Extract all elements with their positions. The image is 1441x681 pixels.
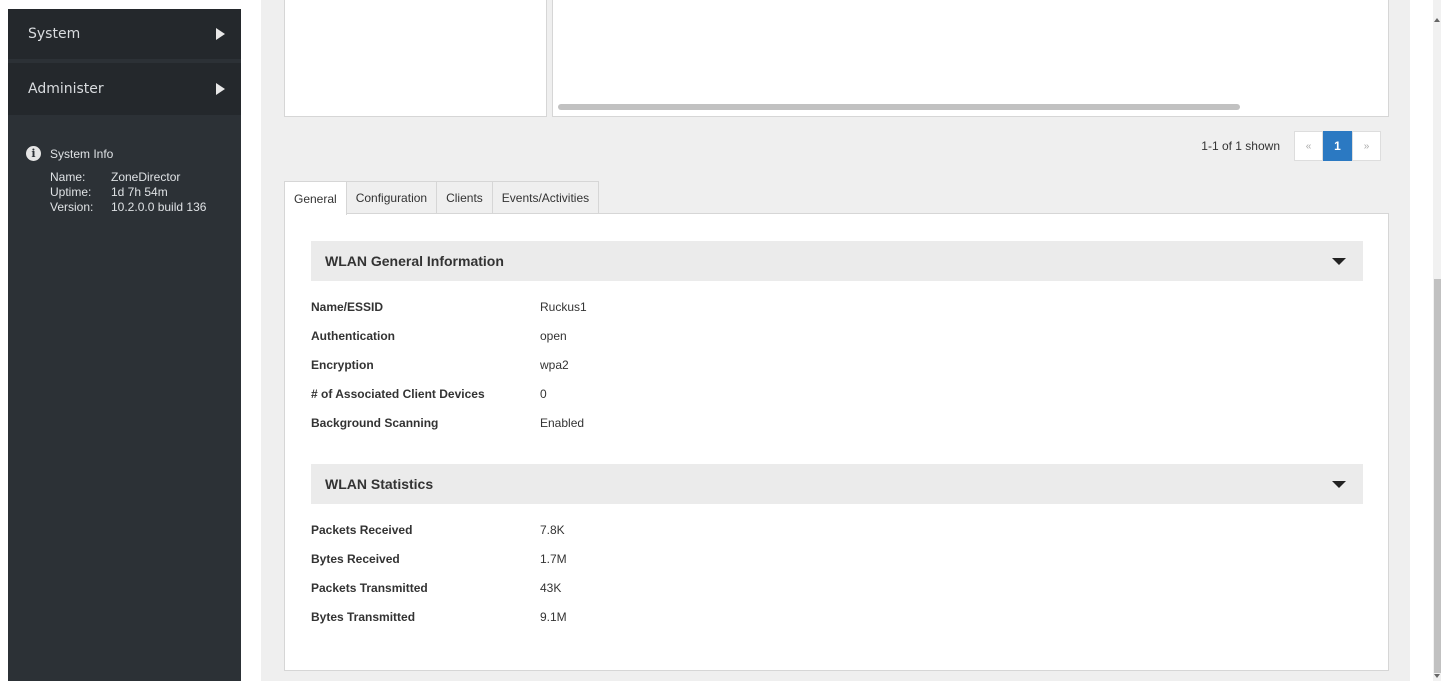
field-value: open xyxy=(540,328,567,343)
pagination: 1-1 of 1 shown « 1 » xyxy=(1201,131,1381,161)
prev-page-button[interactable]: « xyxy=(1294,131,1323,161)
list-item: Background Scanning Enabled xyxy=(311,408,587,437)
field-label: Packets Transmitted xyxy=(311,580,428,595)
field-label: Authentication xyxy=(311,328,395,343)
system-info-value: ZoneDirector xyxy=(111,170,181,184)
expand-arrow-icon xyxy=(216,28,225,40)
section-header-statistics[interactable]: WLAN Statistics xyxy=(311,464,1363,504)
tab-configuration[interactable]: Configuration xyxy=(345,181,438,214)
nav-item-label: Administer xyxy=(28,81,104,97)
vertical-scrollbar[interactable] xyxy=(1433,0,1441,681)
system-info-row: Name: ZoneDirector xyxy=(26,170,241,185)
system-info-value: 1d 7h 54m xyxy=(111,185,168,199)
field-label: Name/ESSID xyxy=(311,299,384,314)
tab-panel: WLAN General Information Name/ESSID Ruck… xyxy=(284,213,1389,671)
nav-item-administer[interactable]: Administer xyxy=(8,63,241,115)
scroll-up-arrow-icon[interactable] xyxy=(1434,18,1440,22)
horizontal-scrollbar[interactable] xyxy=(558,104,1240,110)
table-frame xyxy=(552,0,1389,117)
field-label: Packets Received xyxy=(311,522,413,537)
list-item: Packets Received 7.8K xyxy=(311,515,567,544)
system-info-row: Uptime: 1d 7h 54m xyxy=(26,185,241,200)
system-info-value: 10.2.0.0 build 136 xyxy=(111,200,207,214)
system-info-key: Version: xyxy=(50,200,94,214)
list-frame xyxy=(284,0,547,117)
field-label: Background Scanning xyxy=(311,415,439,430)
collapse-caret-icon[interactable] xyxy=(1332,480,1346,488)
system-info-title: System Info xyxy=(50,146,114,161)
general-info-list: Name/ESSID Ruckus1 Authentication open E… xyxy=(311,292,587,437)
list-item: Bytes Transmitted 9.1M xyxy=(311,602,567,631)
list-item: Authentication open xyxy=(311,321,587,350)
field-value: 0 xyxy=(540,386,547,401)
next-page-button[interactable]: » xyxy=(1352,131,1381,161)
tab-general[interactable]: General xyxy=(284,181,347,215)
list-item: Bytes Received 1.7M xyxy=(311,544,567,573)
system-info-key: Name: xyxy=(50,170,86,184)
field-value: 1.7M xyxy=(540,551,567,566)
field-label: # of Associated Client Devices xyxy=(311,386,485,401)
section-title: WLAN Statistics xyxy=(325,476,434,492)
scroll-down-arrow-icon[interactable] xyxy=(1434,674,1440,678)
nav-item-system[interactable]: System xyxy=(8,9,241,59)
list-item: Packets Transmitted 43K xyxy=(311,573,567,602)
field-value: wpa2 xyxy=(540,357,569,372)
system-info-key: Uptime: xyxy=(50,185,92,199)
field-value: Ruckus1 xyxy=(540,299,587,314)
field-value: 9.1M xyxy=(540,609,567,624)
field-value: 7.8K xyxy=(540,522,565,537)
sidebar: System Administer i System Info Name: Zo… xyxy=(8,9,241,681)
section-header-general-info[interactable]: WLAN General Information xyxy=(311,241,1363,281)
page-button-current[interactable]: 1 xyxy=(1323,131,1352,161)
main-content: 1-1 of 1 shown « 1 » General Configurati… xyxy=(261,0,1410,681)
list-item: # of Associated Client Devices 0 xyxy=(311,379,587,408)
list-item: Encryption wpa2 xyxy=(311,350,587,379)
tab-clients[interactable]: Clients xyxy=(436,181,493,214)
expand-arrow-icon xyxy=(216,83,225,95)
info-icon: i xyxy=(26,146,41,161)
pagination-info: 1-1 of 1 shown xyxy=(1201,139,1280,153)
section-title: WLAN General Information xyxy=(325,253,504,269)
field-label: Encryption xyxy=(311,357,374,372)
field-value: 43K xyxy=(540,580,562,595)
system-info-row: Version: 10.2.0.0 build 136 xyxy=(26,200,241,215)
nav-item-label: System xyxy=(28,26,81,42)
field-label: Bytes Transmitted xyxy=(311,609,416,624)
list-item: Name/ESSID Ruckus1 xyxy=(311,292,587,321)
field-label: Bytes Received xyxy=(311,551,400,566)
statistics-list: Packets Received 7.8K Bytes Received 1.7… xyxy=(311,515,567,631)
field-value: Enabled xyxy=(540,415,585,430)
system-info-header: i System Info xyxy=(26,146,241,161)
system-info: i System Info Name: ZoneDirector Uptime:… xyxy=(8,115,241,215)
scrollbar-thumb[interactable] xyxy=(1434,279,1441,673)
collapse-caret-icon[interactable] xyxy=(1332,257,1346,265)
tab-bar: General Configuration Clients Events/Act… xyxy=(284,181,600,215)
tab-events-activities[interactable]: Events/Activities xyxy=(491,181,600,214)
